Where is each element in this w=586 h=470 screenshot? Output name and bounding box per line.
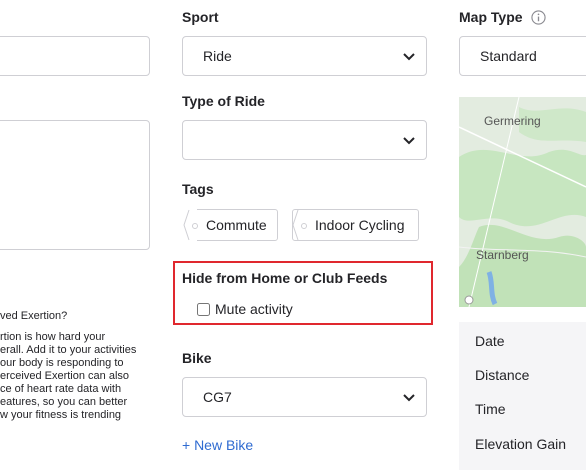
body-line: erceived Exertion can also (0, 370, 130, 382)
bike-label: Bike (182, 350, 212, 366)
map-type-label: Map Type (459, 9, 546, 25)
mapbox-logo-icon (464, 295, 474, 305)
info-icon[interactable] (530, 9, 546, 25)
mute-activity-label: Mute activity (215, 301, 293, 317)
hide-feeds-label: Hide from Home or Club Feeds (182, 270, 388, 286)
map-type-text: Map Type (459, 9, 523, 25)
tag-indoor-cycling[interactable]: Indoor Cycling (292, 209, 419, 241)
body-line: erall. Add it to your activities (0, 344, 137, 356)
chevron-down-icon (403, 394, 415, 402)
map-terrain (459, 97, 586, 307)
map-label-starnberg: Starnberg (476, 248, 529, 262)
route-map[interactable]: Germering Starnberg (459, 97, 586, 307)
stat-elevation-gain: Elevation Gain (475, 436, 567, 452)
tag-commute[interactable]: Commute (183, 209, 278, 241)
perceived-exertion-question: ved Exertion? (0, 310, 68, 322)
stat-distance: Distance (475, 367, 530, 383)
tags-label: Tags (182, 181, 214, 197)
sport-select[interactable]: Ride (182, 36, 427, 76)
stat-date: Date (475, 333, 505, 349)
body-line: w your fitness is trending (0, 409, 122, 421)
perceived-exertion-body: rtion is how hard your erall. Add it to … (0, 331, 160, 422)
body-line: ce of heart rate data with (0, 383, 122, 395)
sport-value: Ride (203, 48, 232, 64)
description-textarea[interactable] (0, 120, 150, 250)
tag-hole-icon (192, 223, 198, 229)
ride-type-select[interactable] (182, 120, 427, 160)
stat-time: Time (475, 401, 506, 417)
map-type-value: Standard (480, 48, 537, 64)
new-bike-link[interactable]: + New Bike (182, 437, 253, 453)
title-input[interactable] (0, 36, 150, 76)
bike-select[interactable]: CG7 (182, 377, 427, 417)
map-label-germering: Germering (484, 114, 541, 128)
map-type-select[interactable]: Standard (459, 36, 586, 76)
sport-label: Sport (182, 9, 219, 25)
bike-value: CG7 (203, 389, 232, 405)
tag-label: Indoor Cycling (315, 217, 405, 233)
body-line: our body is responding to (0, 357, 124, 369)
ride-type-label: Type of Ride (182, 93, 265, 109)
tag-hole-icon (301, 223, 307, 229)
mute-activity-option[interactable]: Mute activity (197, 301, 293, 317)
body-line: rtion is how hard your (0, 331, 106, 343)
chevron-down-icon (403, 137, 415, 145)
tag-label: Commute (206, 217, 267, 233)
mute-activity-checkbox[interactable] (197, 302, 210, 316)
chevron-down-icon (403, 53, 415, 61)
body-line: eatures, so you can better (0, 396, 128, 408)
